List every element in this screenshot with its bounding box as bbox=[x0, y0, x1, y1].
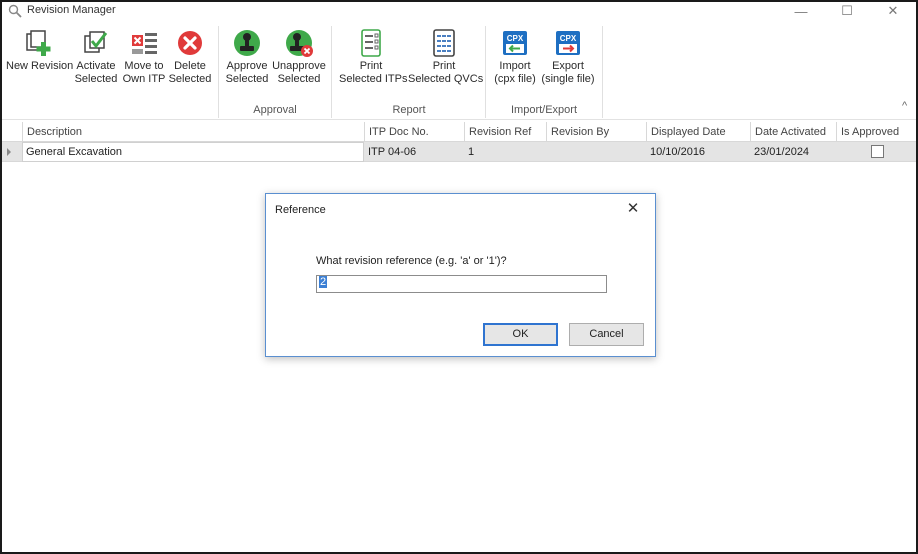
dialog-title: Reference bbox=[275, 204, 326, 216]
cancel-button[interactable]: Cancel bbox=[569, 323, 644, 346]
window-title: Revision Manager bbox=[27, 4, 116, 16]
report-group-label: Report bbox=[392, 104, 426, 116]
unapprove-stamp-icon bbox=[286, 30, 313, 57]
export-cpx-icon: CPX bbox=[556, 31, 580, 55]
column-header-itp-doc-no[interactable]: ITP Doc No. bbox=[364, 122, 464, 142]
cell-revision-ref[interactable]: 1 bbox=[464, 142, 546, 162]
ribbon-separator bbox=[331, 26, 332, 118]
new-revision-button[interactable]: New Revision bbox=[6, 28, 74, 73]
unapprove-selected-button[interactable]: Unapprove Selected bbox=[272, 28, 326, 86]
activate-selected-button[interactable]: Activate Selected bbox=[74, 28, 118, 86]
ribbon-separator bbox=[602, 26, 603, 118]
column-header-revision-by[interactable]: Revision By bbox=[546, 122, 646, 142]
row-indicator-icon bbox=[7, 148, 11, 156]
approve-label-2: Selected bbox=[225, 73, 269, 85]
activate-check-icon bbox=[84, 31, 108, 53]
column-header-description[interactable]: Description bbox=[22, 122, 364, 142]
export-label-1: Export bbox=[552, 60, 584, 72]
approve-stamp-icon bbox=[234, 30, 260, 56]
activate-label-2: Selected bbox=[74, 73, 118, 85]
unapprove-label-1: Unapprove bbox=[272, 60, 326, 72]
move-list-icon bbox=[132, 33, 157, 54]
delete-label-1: Delete bbox=[174, 60, 206, 72]
delete-x-icon bbox=[178, 31, 202, 55]
print-qvc-icon bbox=[433, 29, 455, 57]
print-itp-icon bbox=[361, 29, 381, 57]
new-document-icon bbox=[26, 30, 51, 56]
print-itps-label-2: Selected ITPs bbox=[339, 73, 408, 85]
import-label-1: Import bbox=[499, 60, 531, 72]
move-to-label-1: Move to bbox=[124, 60, 164, 72]
import-label-2: (cpx file) bbox=[494, 73, 536, 85]
move-to-label-2: Own ITP bbox=[122, 73, 166, 85]
approve-selected-button[interactable]: Approve Selected bbox=[225, 28, 269, 86]
column-header-is-approved[interactable]: Is Approved bbox=[836, 122, 916, 142]
magnifier-icon bbox=[8, 4, 22, 18]
cell-description[interactable]: General Excavation bbox=[22, 142, 364, 162]
grid-header: Description ITP Doc No. Revision Ref Rev… bbox=[2, 122, 916, 142]
column-header-displayed-date[interactable]: Displayed Date bbox=[646, 122, 750, 142]
cell-date-activated[interactable]: 23/01/2024 bbox=[750, 142, 836, 162]
print-qvcs-label-1: Print bbox=[432, 60, 456, 72]
export-single-file-button[interactable]: CPX Export (single file) bbox=[541, 28, 595, 86]
delete-label-2: Selected bbox=[168, 73, 212, 85]
import-cpx-icon: CPX bbox=[503, 31, 527, 55]
ribbon-toolbar: New Revision Activate Selected Move to O… bbox=[2, 20, 916, 120]
print-selected-qvcs-button[interactable]: Print Selected QVCs bbox=[408, 28, 484, 86]
selected-input-text: 2 bbox=[319, 276, 328, 288]
print-itps-label-1: Print bbox=[359, 60, 383, 72]
cpx-badge-text: CPX bbox=[507, 34, 524, 43]
column-header-date-activated[interactable]: Date Activated bbox=[750, 122, 836, 142]
ok-button[interactable]: OK bbox=[483, 323, 558, 346]
revisions-grid: Description ITP Doc No. Revision Ref Rev… bbox=[2, 122, 916, 162]
is-approved-checkbox[interactable] bbox=[871, 145, 884, 158]
print-selected-itps-button[interactable]: Print Selected ITPs bbox=[339, 28, 408, 86]
approval-group-label: Approval bbox=[253, 104, 297, 116]
column-header-revision-ref[interactable]: Revision Ref bbox=[464, 122, 546, 142]
move-to-own-itp-button[interactable]: Move to Own ITP bbox=[121, 28, 167, 86]
reference-dialog: Reference ✕ What revision reference (e.g… bbox=[265, 193, 656, 357]
print-qvcs-label-2: Selected QVCs bbox=[408, 73, 484, 85]
new-revision-label-1: New Revision bbox=[6, 60, 74, 72]
dialog-prompt: What revision reference (e.g. 'a' or '1'… bbox=[316, 255, 507, 267]
revision-manager-window: Revision Manager — ☐ ✕ New Revision Acti… bbox=[0, 0, 918, 554]
ribbon-separator bbox=[485, 26, 486, 118]
close-button[interactable]: ✕ bbox=[870, 2, 916, 20]
cell-revision-by[interactable] bbox=[546, 142, 646, 162]
cell-displayed-date[interactable]: 10/10/2016 bbox=[646, 142, 750, 162]
dialog-close-button[interactable]: ✕ bbox=[623, 200, 643, 218]
title-bar: Revision Manager — ☐ ✕ bbox=[2, 2, 916, 20]
approve-label-1: Approve bbox=[226, 60, 268, 72]
collapse-ribbon-icon[interactable]: ^ bbox=[902, 100, 907, 112]
minimize-button[interactable]: — bbox=[778, 2, 824, 20]
ribbon-separator bbox=[218, 26, 219, 118]
delete-selected-button[interactable]: Delete Selected bbox=[168, 28, 212, 86]
import-export-group-label: Import/Export bbox=[510, 104, 578, 116]
revision-reference-input[interactable]: 2 bbox=[316, 275, 607, 293]
table-row[interactable]: General Excavation ITP 04-06 1 10/10/201… bbox=[2, 142, 916, 162]
maximize-button[interactable]: ☐ bbox=[824, 2, 870, 20]
export-label-2: (single file) bbox=[541, 73, 595, 85]
cpx-badge-text: CPX bbox=[560, 34, 577, 43]
activate-label-1: Activate bbox=[76, 60, 116, 72]
unapprove-label-2: Selected bbox=[277, 73, 321, 85]
import-cpx-button[interactable]: CPX Import (cpx file) bbox=[491, 28, 539, 86]
cell-itp-doc-no[interactable]: ITP 04-06 bbox=[364, 142, 464, 162]
